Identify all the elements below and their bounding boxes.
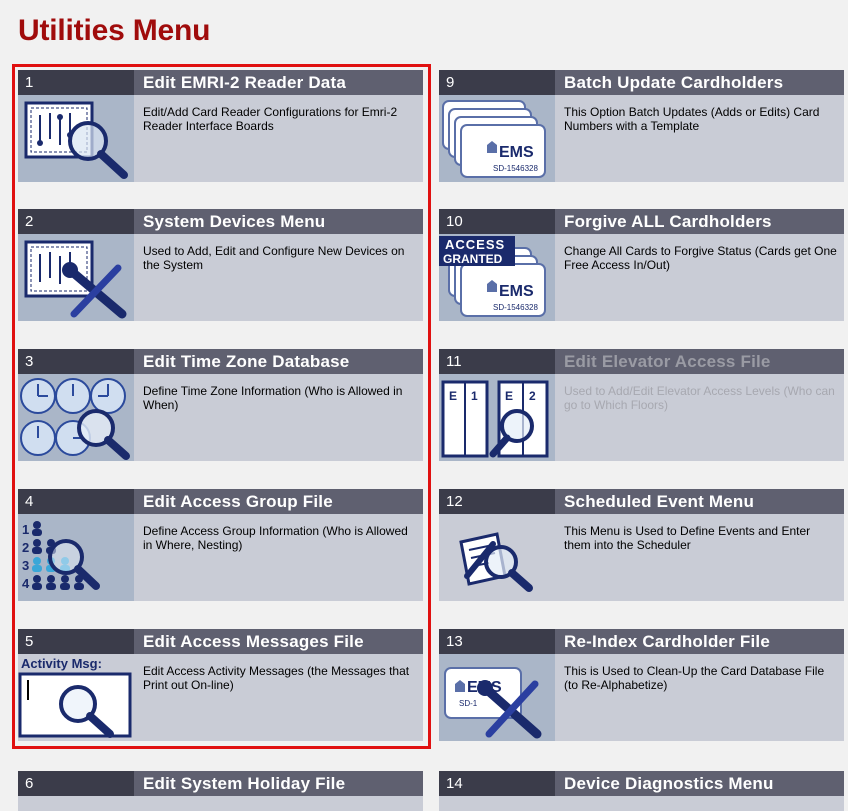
- badge-line1: ACCESS: [445, 237, 505, 252]
- menu-item-device-diagnostics-menu[interactable]: 14 Device Diagnostics Menu: [439, 771, 844, 811]
- menu-item-edit-elevator-access-file: 11 Edit Elevator Access File E 1 E 2 Use…: [439, 349, 844, 461]
- card-serial: SD-1546328: [493, 303, 538, 312]
- activity-message-magnifier-icon[interactable]: Activity Msg:: [18, 654, 134, 741]
- menu-item-number: 9: [439, 70, 555, 95]
- menu-item-title: Edit Elevator Access File: [564, 352, 771, 371]
- access-granted-cards-icon[interactable]: ACCESS GRANTED EMS SD-1546328: [439, 234, 555, 321]
- menu-item-forgive-all-cardholders[interactable]: 10 Forgive ALL Cardholders ACCESS GRANTE…: [439, 209, 844, 321]
- menu-item-title[interactable]: System Devices Menu: [143, 209, 325, 234]
- user-groups-magnifier-icon[interactable]: 1 2 3 4: [18, 514, 134, 601]
- svg-text:2: 2: [22, 540, 29, 555]
- menu-item-description: Define Access Group Information (Who is …: [143, 524, 408, 552]
- schedule-pencil-magnifier-icon[interactable]: [439, 514, 555, 601]
- menu-item-title[interactable]: Edit Time Zone Database: [143, 349, 349, 374]
- menu-item-scheduled-event-menu[interactable]: 12 Scheduled Event Menu This Menu is Use…: [439, 489, 844, 601]
- menu-item-description: Change All Cards to Forgive Status (Card…: [564, 244, 837, 272]
- menu-item-title[interactable]: Edit System Holiday File: [143, 771, 345, 796]
- menu-item-description: Used to Add/Edit Elevator Access Levels …: [564, 384, 835, 412]
- menu-item-description: This Option Batch Updates (Adds or Edits…: [564, 105, 820, 133]
- clocks-magnifier-icon[interactable]: [18, 374, 134, 461]
- menu-item-edit-emri2-reader-data[interactable]: 1 Edit EMRI-2 Reader Data Edit/Add Card …: [18, 70, 423, 182]
- menu-item-system-devices-menu[interactable]: 2 System Devices Menu Used to Add, Edit …: [18, 209, 423, 321]
- activity-msg-label: Activity Msg:: [21, 656, 102, 671]
- menu-item-title[interactable]: Forgive ALL Cardholders: [564, 209, 772, 234]
- menu-item-number: 11: [439, 349, 555, 374]
- menu-item-title[interactable]: Re-Index Cardholder File: [564, 629, 770, 654]
- menu-item-description: This Menu is Used to Define Events and E…: [564, 524, 811, 552]
- card-serial: SD-1: [459, 699, 478, 708]
- menu-item-title[interactable]: Scheduled Event Menu: [564, 489, 754, 514]
- circuit-board-magnifier-icon[interactable]: [18, 95, 134, 182]
- menu-item-title[interactable]: Edit Access Group File: [143, 489, 333, 514]
- menu-item-number: 4: [18, 489, 134, 514]
- menu-item-title[interactable]: Device Diagnostics Menu: [564, 771, 774, 796]
- svg-text:3: 3: [22, 558, 29, 573]
- menu-item-edit-system-holiday-file[interactable]: 6 Edit System Holiday File: [18, 771, 423, 811]
- menu-item-number: 3: [18, 349, 134, 374]
- card-brand: EMS: [499, 144, 534, 161]
- menu-item-number: 2: [18, 209, 134, 234]
- circuit-board-tools-icon[interactable]: [18, 234, 134, 321]
- menu-item-description: Edit Access Activity Messages (the Messa…: [143, 664, 410, 692]
- menu-item-batch-update-cardholders[interactable]: 9 Batch Update Cardholders EMS SD-154632…: [439, 70, 844, 182]
- menu-item-number: 6: [18, 771, 134, 796]
- menu-item-description: Define Time Zone Information (Who is All…: [143, 384, 403, 412]
- menu-item-number: 13: [439, 629, 555, 654]
- menu-item-title[interactable]: Batch Update Cardholders: [564, 70, 783, 95]
- card-serial: SD-1546328: [493, 164, 538, 173]
- elevator-door-letter: E: [505, 389, 513, 403]
- menu-item-number: 12: [439, 489, 555, 514]
- menu-item-title[interactable]: Edit EMRI-2 Reader Data: [143, 70, 346, 95]
- menu-item-description: Used to Add, Edit and Configure New Devi…: [143, 244, 405, 272]
- menu-item-number: 5: [18, 629, 134, 654]
- menu-item-re-index-cardholder-file[interactable]: 13 Re-Index Cardholder File EMS SD-1 Thi…: [439, 629, 844, 741]
- page-title: Utilities Menu: [18, 14, 211, 47]
- elevator-magnifier-icon: E 1 E 2: [439, 374, 555, 461]
- menu-item-number: 14: [439, 771, 555, 796]
- menu-item-description: This is Used to Clean-Up the Card Databa…: [564, 664, 825, 692]
- card-brand: EMS: [499, 283, 534, 300]
- svg-text:1: 1: [22, 522, 29, 537]
- menu-item-number: 1: [18, 70, 134, 95]
- menu-item-number: 10: [439, 209, 555, 234]
- menu-item-edit-access-group-file[interactable]: 4 Edit Access Group File 1 2 3 4 Define Acc…: [18, 489, 423, 601]
- menu-item-title[interactable]: Edit Access Messages File: [143, 629, 364, 654]
- elevator-door-letter: E: [449, 389, 457, 403]
- menu-item-description: Edit/Add Card Reader Configurations for …: [143, 105, 398, 133]
- elevator-door-number: 1: [471, 389, 478, 403]
- svg-text:4: 4: [22, 576, 30, 591]
- card-stack-icon[interactable]: EMS SD-1546328: [439, 95, 555, 182]
- elevator-door-number: 2: [529, 389, 536, 403]
- menu-item-edit-access-messages-file[interactable]: 5 Edit Access Messages File Activity Msg…: [18, 629, 423, 741]
- menu-item-edit-time-zone-database[interactable]: 3 Edit Time Zone Database Define Time Zo…: [18, 349, 423, 461]
- card-tools-icon[interactable]: EMS SD-1: [439, 654, 555, 741]
- badge-line2: GRANTED: [443, 252, 503, 266]
